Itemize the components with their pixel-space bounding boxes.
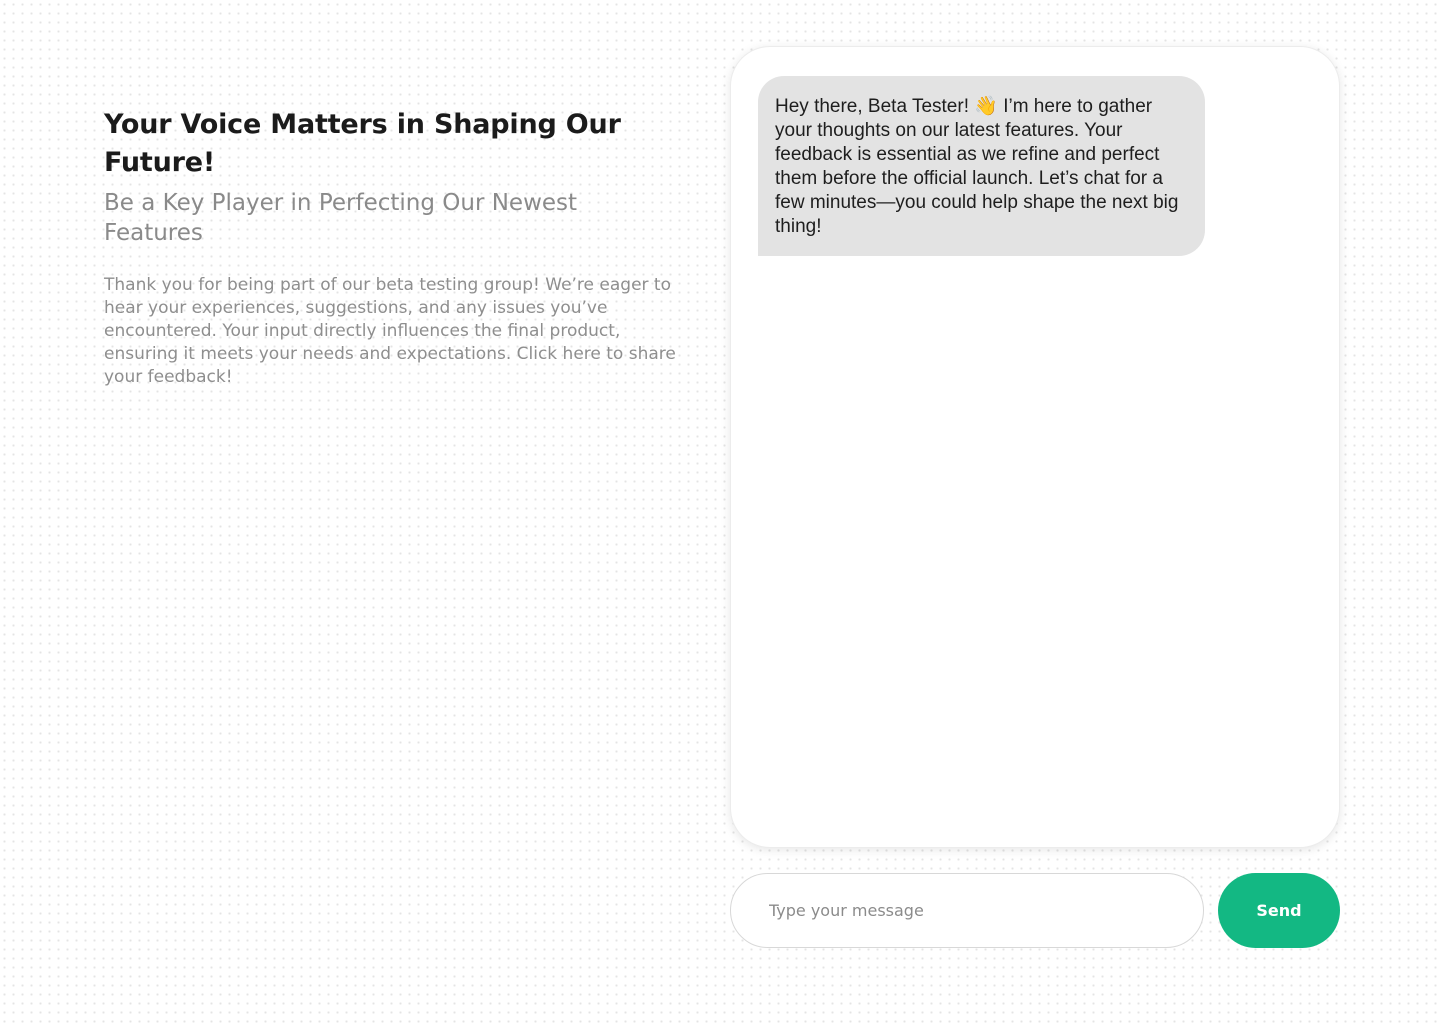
bot-message-text-start: Hey there, Beta Tester!: [775, 96, 975, 117]
waving-hand-icon: 👋: [974, 96, 998, 117]
page-title: Your Voice Matters in Shaping Our Future…: [104, 109, 621, 178]
bot-message-text-end: I’m here to gather your thoughts on our …: [775, 96, 1179, 237]
chat-window[interactable]: Hey there, Beta Tester! 👋 I’m here to ga…: [730, 46, 1340, 848]
message-input[interactable]: [730, 873, 1204, 948]
bot-message: Hey there, Beta Tester! 👋 I’m here to ga…: [758, 76, 1205, 256]
message-composer: Send: [730, 873, 1340, 948]
send-button[interactable]: Send: [1218, 873, 1340, 948]
message-list: Hey there, Beta Tester! 👋 I’m here to ga…: [758, 76, 1312, 256]
intro-panel: Your Voice Matters in Shaping Our Future…: [104, 106, 704, 389]
page-subtitle: Be a Key Player in Perfecting Our Newest…: [104, 190, 578, 246]
intro-description: Thank you for being part of our beta tes…: [104, 275, 676, 387]
